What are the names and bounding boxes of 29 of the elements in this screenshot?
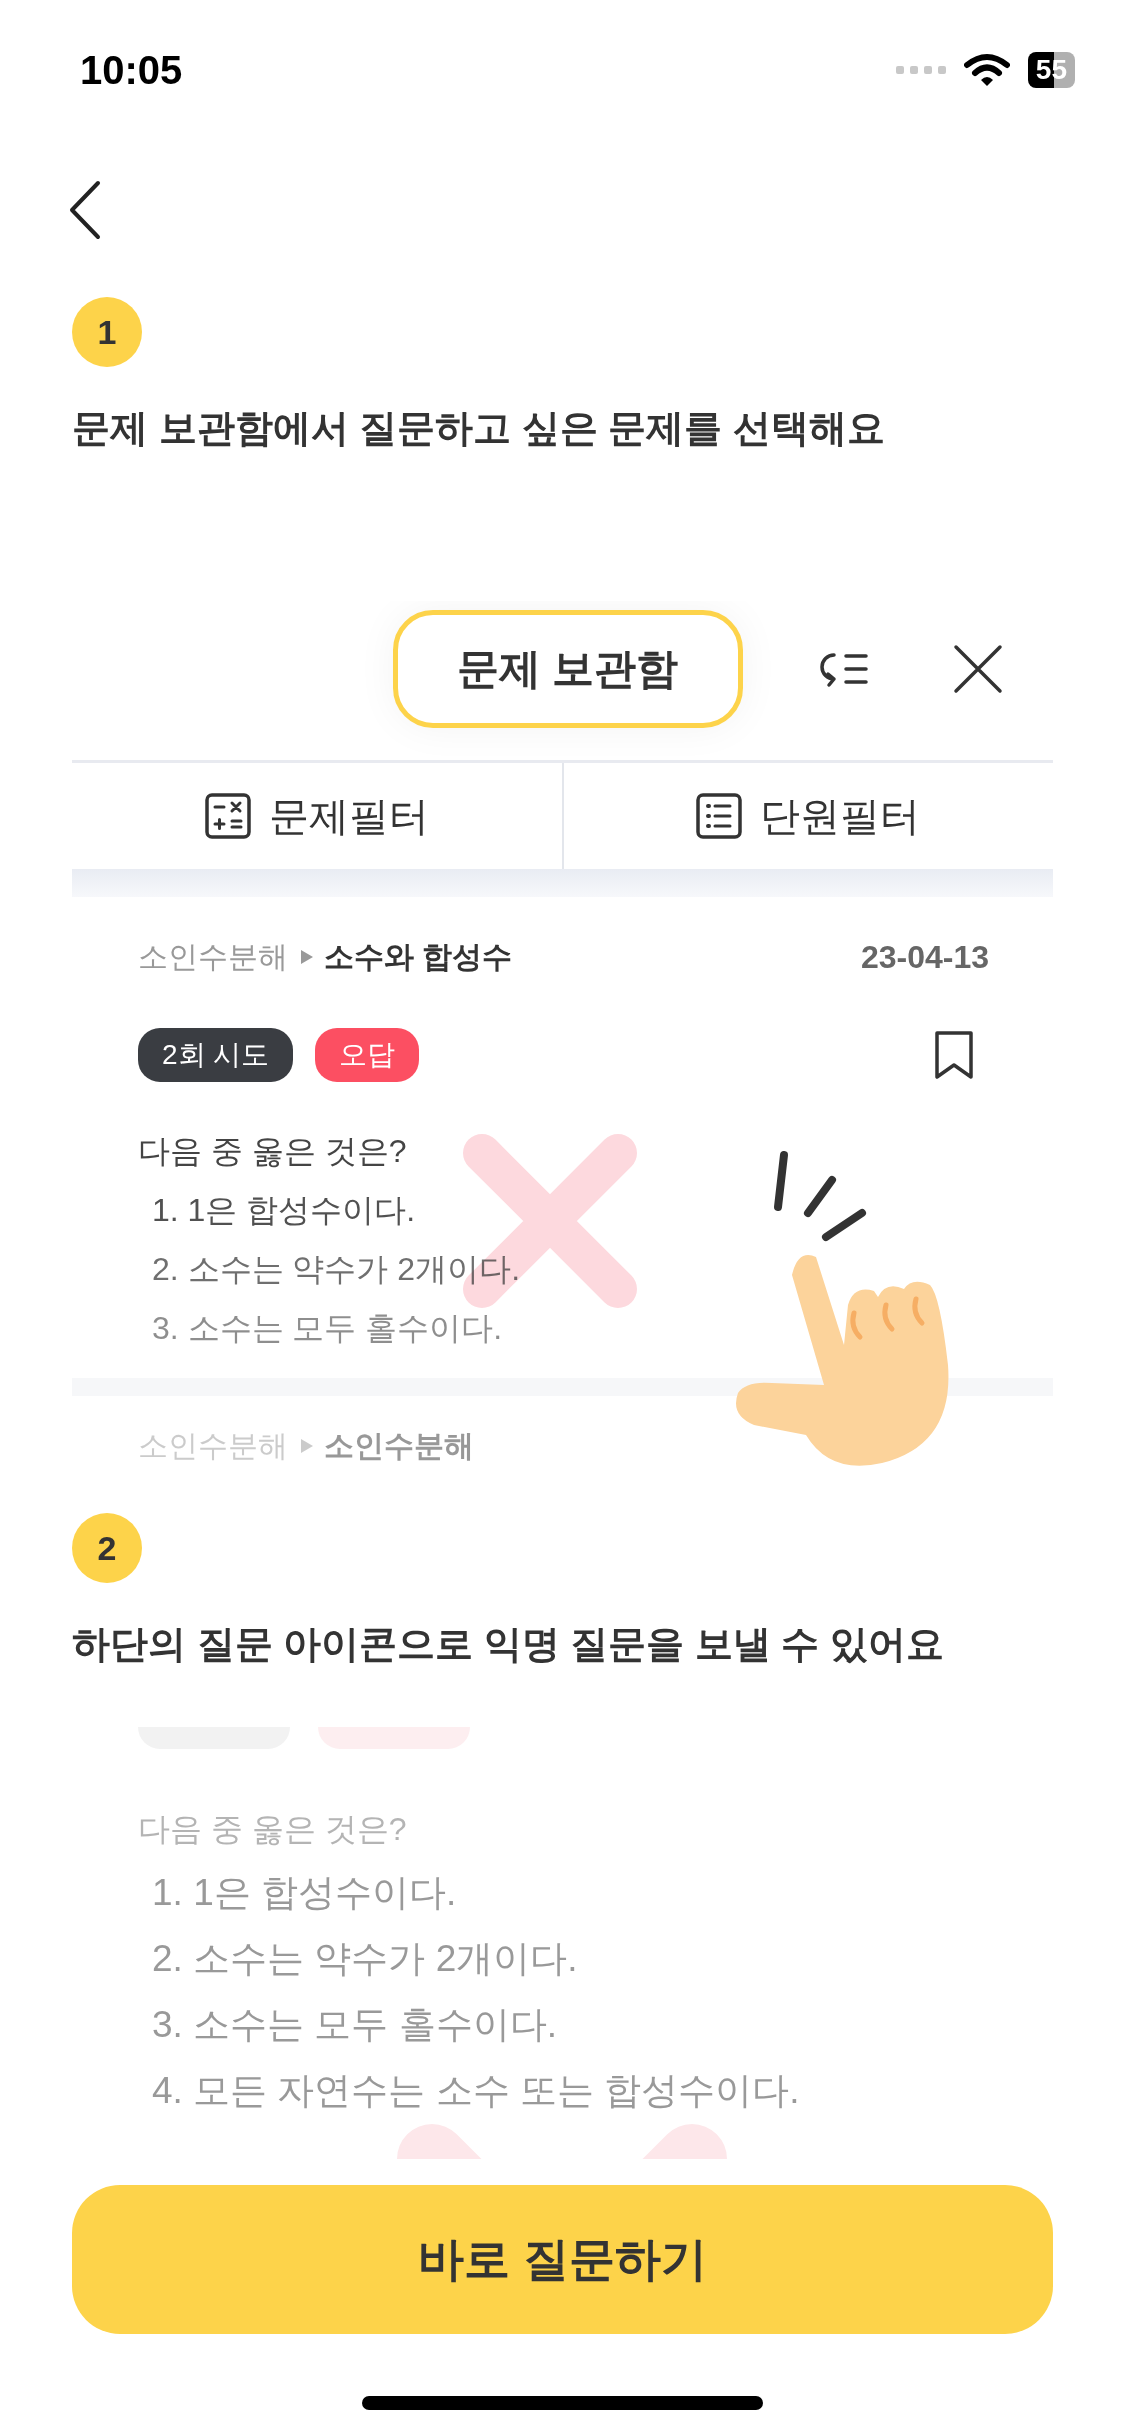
answer-option: 1. 1은 합성수이다. [152, 1181, 416, 1240]
answer-option: 3. 소수는 모두 홀수이다. [152, 2001, 557, 2049]
answer-option: 2. 소수는 약수가 2개이다. [152, 1935, 578, 1983]
list-icon [696, 793, 743, 839]
title-label: 문제 보관함 [392, 610, 743, 728]
status-tag: 2회 시도 [138, 1028, 294, 1082]
triangle-icon [300, 1438, 314, 1454]
back-icon[interactable] [68, 180, 102, 240]
step-heading: 문제 보관함에서 질문하고 싶은 문제를 선택해요 [72, 406, 886, 451]
question-text: 다음 중 옳은 것은? [138, 1810, 408, 1849]
signal-icon [895, 63, 946, 77]
step-heading: 하단의 질문 아이콘으로 익명 질문을 보낼 수 있어요 [72, 1622, 945, 1667]
triangle-icon [300, 949, 314, 965]
breadcrumb: 소인수분해 소수와 합성수 [138, 938, 513, 975]
wifi-icon [963, 53, 1010, 87]
answer-option: 2. 소수는 약수가 2개이다. [152, 1240, 521, 1299]
calculator-icon [204, 793, 251, 839]
answer-option: 3. 소수는 모두 홀수이다. [152, 1299, 503, 1358]
ask-button[interactable]: 바로 질문하기 [72, 2185, 1053, 2334]
date-label: 23-04-13 [860, 938, 989, 976]
status-time: 10:05 [80, 47, 183, 93]
status-tag: 오답 [315, 1028, 420, 1082]
bookmark-icon[interactable] [933, 1029, 975, 1081]
step-number: 1 [72, 297, 142, 367]
step-number: 2 [72, 1513, 142, 1583]
question-text: 다음 중 옳은 것은? [138, 1132, 408, 1171]
answer-option: 4. 모든 자연수는 소수 또는 합성수이다. [152, 2067, 800, 2115]
close-icon[interactable] [952, 643, 1004, 695]
answer-option: 1. 1은 합성수이다. [152, 1869, 457, 1917]
